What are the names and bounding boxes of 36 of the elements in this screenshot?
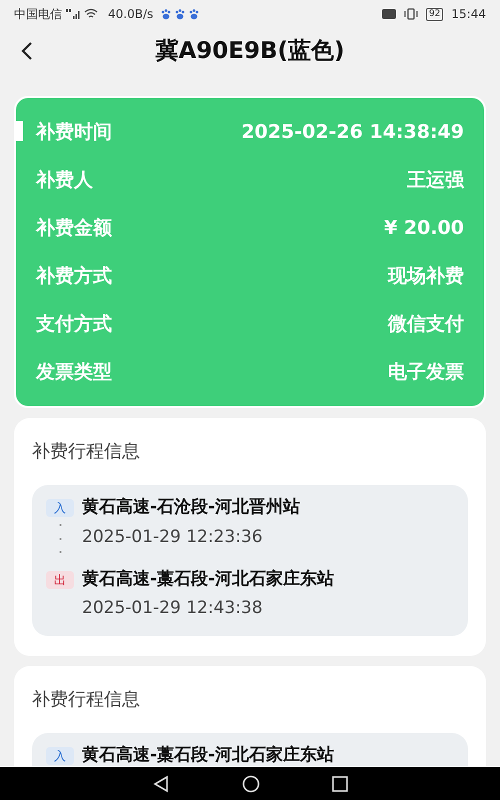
section-title: 补费行程信息 [32,440,141,464]
field-label: 补费金额 [36,216,112,241]
home-nav-icon[interactable] [242,774,260,792]
field-label: 发票类型 [36,360,112,385]
entry-tag: 入 [46,499,74,517]
hd-icon [382,9,396,19]
field-label: 支付方式 [36,312,112,337]
field-value: ¥ 20.00 [384,216,464,241]
time-text: 2025-01-29 12:23:36 [82,526,263,548]
station-name: 黄石高速-石沧段-河北晋州站 [82,496,300,519]
station-name: 黄石高速-藁石段-河北石家庄东站 [82,744,334,766]
carrier-text: 中国电信 [14,6,62,23]
vibrate-icon [404,8,418,20]
field-value: 现场补费 [388,264,464,289]
field-value: 微信支付 [388,312,464,337]
field-value: 电子发票 [388,360,464,385]
section-title: 补费行程信息 [32,688,141,712]
time-text: 2025-01-29 12:43:38 [82,597,263,620]
clock-text: 15:44 [451,6,486,23]
page-title: 冀A90E9B(蓝色) [155,36,345,66]
battery-indicator: 92 [426,8,444,20]
station-name: 黄石高速-藁石段-河北石家庄东站 [82,568,334,590]
paw-icon [189,8,200,20]
field-label: 补费方式 [36,264,112,289]
network-speed-text: 40.0B/s [108,6,154,23]
signal-icon [66,8,100,20]
field-value: 王运强 [407,168,464,193]
paw-icon [161,8,172,20]
exit-tag: 出 [46,570,74,588]
field-label: 补费时间 [36,120,112,145]
recents-nav-icon[interactable] [332,776,348,792]
back-nav-icon[interactable] [152,774,170,792]
entry-tag: 入 [46,746,74,764]
field-label: 补费人 [36,168,93,193]
field-value: 2025-02-26 14:38:49 [241,120,464,145]
paw-icon [175,8,186,20]
